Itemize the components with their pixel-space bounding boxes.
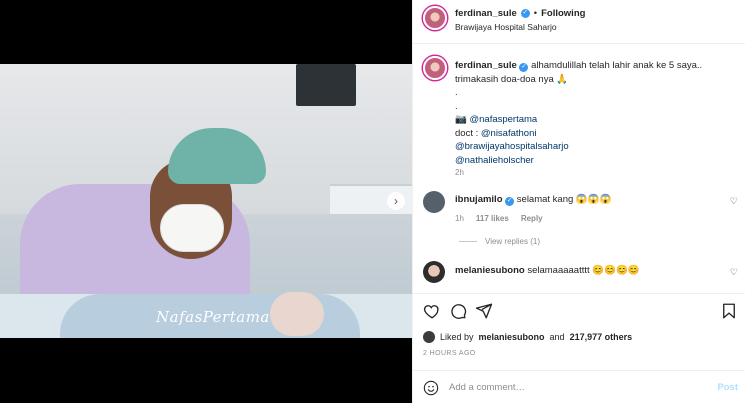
share-icon[interactable] — [475, 302, 493, 320]
comment-text: selamat kang 😱😱😱 — [516, 194, 612, 205]
comment-like-heart-icon[interactable]: ♡ — [730, 196, 738, 207]
comments-section[interactable]: ferdinan_sule ✓ alhamdulillah telah lahi… — [413, 44, 745, 290]
caption-text-4: . — [455, 100, 458, 112]
post-header: ferdinan_sule ✓ • Following Brawijaya Ho… — [413, 0, 745, 44]
caption-hospital-line: @brawijayahospitalsaharjo — [455, 140, 735, 154]
likes-summary: Liked by melaniesubono and 217,977 other… — [423, 331, 632, 343]
post-location[interactable]: Brawijaya Hospital Saharjo — [455, 22, 557, 32]
comment-likes[interactable]: 117 likes — [476, 214, 509, 223]
view-replies-rule — [459, 241, 477, 242]
action-bar — [413, 293, 745, 327]
caption-author-avatar[interactable] — [423, 56, 447, 80]
caption-nathalie-line: @nathalieholscher — [455, 154, 735, 168]
comment-time[interactable]: 1h — [455, 214, 464, 223]
comment-reply-button[interactable]: Reply — [521, 214, 543, 223]
view-replies-button[interactable]: View replies (1) — [459, 237, 540, 246]
caption-photographer-line: 📷 @nafaspertama — [455, 113, 735, 127]
mention-link[interactable]: @nafaspertama — [469, 114, 537, 125]
comment-like-heart-icon[interactable]: ♡ — [730, 267, 738, 278]
verified-badge-icon: ✓ — [505, 196, 515, 206]
mention-link[interactable]: @nathalieholscher — [455, 155, 534, 166]
photo-baby — [270, 292, 324, 336]
comment-icon[interactable] — [449, 302, 467, 320]
caption-text-1: alhamdulillah telah lahir anak ke 5 saya… — [531, 60, 703, 71]
post-panel: ferdinan_sule ✓ • Following Brawijaya Ho… — [412, 0, 745, 403]
liker-username[interactable]: melaniesubono — [479, 332, 545, 342]
caption-text-3: . — [455, 87, 458, 98]
post-caption: ferdinan_sule ✓ alhamdulillah telah lahi… — [455, 59, 735, 167]
verified-badge-icon: ✓ — [519, 62, 529, 72]
heart-icon[interactable] — [423, 302, 441, 320]
verified-badge-icon: ✓ — [520, 9, 530, 18]
mention-link[interactable]: @brawijayahospitalsaharjo — [455, 141, 569, 152]
author-username[interactable]: ferdinan_sule — [455, 8, 517, 19]
comment-row: ibnujamilo ✓ selamat kang 😱😱😱 — [455, 194, 611, 206]
next-media-button[interactable]: › — [387, 192, 405, 210]
photo-watermark: NafasPertama — [156, 308, 270, 326]
post-media[interactable]: NafasPertama › — [0, 0, 412, 403]
liked-by-and: and — [549, 332, 565, 342]
chevron-right-icon: › — [394, 194, 398, 208]
caption-username[interactable]: ferdinan_sule — [455, 60, 517, 71]
liker-avatar[interactable] — [423, 331, 435, 343]
photo-monitor — [296, 64, 356, 106]
camera-icon: 📷 — [455, 114, 467, 125]
comment-username[interactable]: ibnujamilo — [455, 194, 503, 205]
commenter-avatar[interactable] — [423, 261, 445, 283]
following-button[interactable]: Following — [541, 8, 585, 19]
post-photo[interactable]: NafasPertama — [0, 64, 412, 338]
post-comment-button[interactable]: Post — [717, 382, 738, 393]
photo-face-mask — [160, 204, 224, 252]
bookmark-icon[interactable] — [720, 302, 738, 320]
liked-by-prefix: Liked by — [440, 332, 474, 342]
comment-row: melaniesubono selamaaaaatttt 😊😊😊😊 — [455, 265, 640, 276]
comment-meta: 1h 117 likes Reply — [455, 214, 543, 223]
caption-text-2: trimakasih doa-doa nya 🙏 — [455, 73, 569, 85]
caption-first-line: ferdinan_sule ✓ alhamdulillah telah lahi… — [455, 59, 735, 73]
header-separator: • — [533, 8, 538, 19]
comment-text: selamaaaaatttt 😊😊😊😊 — [527, 265, 640, 276]
emoji-icon[interactable] — [423, 380, 439, 396]
likes-others-count[interactable]: 217,977 others — [570, 332, 633, 342]
caption-doct-label: doct : — [455, 127, 479, 139]
comment-username[interactable]: melaniesubono — [455, 265, 525, 276]
view-replies-label: View replies (1) — [485, 237, 540, 246]
commenter-avatar[interactable] — [423, 191, 445, 213]
post-time-ago[interactable]: 2 HOURS AGO — [423, 350, 476, 357]
add-comment-input[interactable] — [449, 382, 689, 393]
mention-link[interactable]: @nisafathoni — [481, 128, 537, 139]
author-avatar[interactable] — [423, 6, 447, 30]
header-line: ferdinan_sule ✓ • Following — [455, 8, 585, 19]
caption-time[interactable]: 2h — [455, 168, 464, 177]
caption-doctor-line: doct : @nisafathoni — [455, 127, 735, 141]
add-comment-bar: Post — [413, 370, 745, 403]
